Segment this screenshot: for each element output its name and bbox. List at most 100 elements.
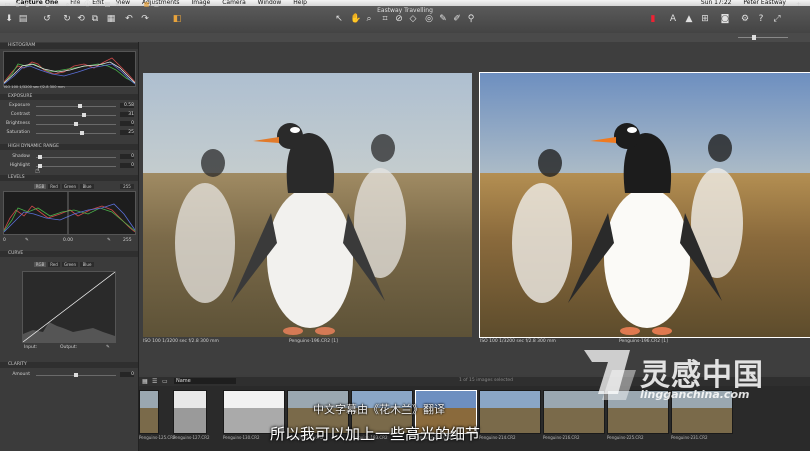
slider-value[interactable]: 31	[120, 112, 134, 117]
slider-track[interactable]	[36, 106, 116, 107]
local-adjust-tab-icon[interactable]: ✎	[74, 1, 81, 8]
list-view-icon[interactable]: ☰	[152, 378, 157, 385]
keystone-icon[interactable]: ◇	[408, 14, 418, 24]
slider-value[interactable]: 0	[120, 154, 134, 159]
spot-remove-icon[interactable]: ◎	[424, 14, 434, 24]
zoom-slider-knob[interactable]	[752, 35, 756, 40]
levels-tab-green[interactable]: Green	[62, 184, 78, 189]
selection-counter: 1 of 15 images selected	[459, 378, 514, 383]
details-tab-icon[interactable]: ⌕	[64, 1, 71, 8]
pan-hand-icon[interactable]: ✋	[350, 14, 361, 24]
exposure-header[interactable]: EXPOSURE	[0, 94, 138, 100]
exposure-tab-icon[interactable]: ☀	[34, 1, 41, 8]
brush-icon[interactable]: ✎	[438, 14, 448, 24]
grid-view-icon[interactable]: ▦	[142, 378, 148, 385]
settings-icon[interactable]: ⚙	[740, 14, 750, 24]
batch-tab-icon[interactable]: ▤	[104, 1, 111, 8]
curve-tab-green[interactable]: Green	[62, 262, 78, 267]
help-icon[interactable]: ?	[756, 14, 766, 24]
curve-header[interactable]: CURVE	[0, 251, 138, 257]
redo-icon[interactable]: ↷	[140, 14, 150, 24]
sort-select[interactable]: Name	[174, 378, 236, 384]
rotate-right-icon[interactable]: ↻	[62, 14, 72, 24]
view-grid-icon[interactable]: ▦	[143, 1, 150, 8]
levels-tab-red[interactable]: Red	[48, 184, 60, 189]
slider-knob[interactable]	[80, 131, 85, 135]
slider-value[interactable]: 0.58	[120, 103, 134, 108]
picker-icon[interactable]: ⚲	[466, 14, 476, 24]
levels-header[interactable]: LEVELS	[0, 175, 138, 181]
highlight-slider-row: Highlight 0	[6, 163, 136, 169]
view-single-icon[interactable]: ▢	[153, 1, 160, 8]
import-icon[interactable]: ⬇	[4, 14, 14, 24]
zoom-icon[interactable]: ⌕	[364, 14, 374, 24]
levels-low-value[interactable]: 0	[3, 238, 6, 244]
eyedropper-icon[interactable]: ✎	[107, 238, 111, 244]
slider-value[interactable]: 0	[120, 121, 134, 126]
library-tab-icon[interactable]: ▭	[4, 1, 11, 8]
capture-tab-icon[interactable]: ◉	[14, 1, 21, 8]
eyedropper-icon[interactable]: ✎	[25, 238, 29, 244]
levels-graph[interactable]	[3, 191, 136, 235]
slider-track[interactable]	[36, 115, 116, 116]
curve-graph[interactable]	[22, 271, 116, 343]
thumbnail[interactable]	[139, 390, 159, 434]
levels-tab-blue[interactable]: Blue	[80, 184, 94, 189]
process-icon[interactable]: ◧	[172, 14, 182, 24]
exposure-warning-icon[interactable]: ▮	[648, 14, 658, 24]
view-compare-icon[interactable]: ▭	[163, 1, 170, 8]
camera-icon[interactable]: ◙	[720, 14, 730, 24]
grid-icon[interactable]: ⊞	[700, 14, 710, 24]
levels-high-top-value[interactable]: 255	[120, 184, 134, 189]
slider-value[interactable]: 0	[120, 372, 134, 377]
fullscreen-icon[interactable]: ⤢	[772, 14, 782, 24]
crop-icon[interactable]: ⌗	[380, 14, 390, 24]
slider-value[interactable]: 25	[120, 130, 134, 135]
eyedropper-icon[interactable]: ✎	[106, 345, 110, 351]
color-tab-icon[interactable]: ◐	[24, 1, 31, 8]
histogram-header[interactable]: HISTOGRAM	[0, 43, 138, 49]
slider-track[interactable]	[36, 157, 116, 158]
levels-tab-rgb[interactable]: RGB	[34, 184, 46, 189]
curve-tab-red[interactable]: Red	[48, 262, 60, 267]
thumbnail[interactable]	[173, 390, 207, 434]
lens-tab-icon[interactable]: ◎	[44, 1, 51, 8]
import-folder-icon[interactable]: ▤	[18, 14, 28, 24]
slider-track[interactable]	[36, 133, 116, 134]
slider-label: Highlight	[9, 163, 30, 168]
curve-tab-blue[interactable]: Blue	[80, 262, 94, 267]
slider-knob[interactable]	[74, 373, 78, 377]
curve-tab-rgb[interactable]: RGB	[34, 262, 46, 267]
zoom-in-icon[interactable]: +	[795, 1, 802, 8]
warning-icon[interactable]: ▲	[684, 14, 694, 24]
filmstrip-view-icon[interactable]: ▭	[162, 378, 168, 385]
undo-icon[interactable]: ↶	[124, 14, 134, 24]
photo-variant-right[interactable]	[479, 72, 810, 338]
levels-mid-value[interactable]: 0.00	[63, 238, 73, 244]
quick-tab-icon[interactable]: ★	[114, 1, 121, 8]
levels-high-value[interactable]: 255	[123, 238, 132, 244]
photo-variant-left[interactable]	[143, 73, 472, 337]
slider-knob[interactable]	[78, 104, 82, 108]
text-tool-icon[interactable]: A	[668, 14, 678, 24]
slider-knob[interactable]	[82, 113, 86, 117]
select-cursor-icon[interactable]: ↖	[334, 14, 344, 24]
zoom-out-icon[interactable]: −	[726, 1, 733, 8]
eraser-icon[interactable]: ✐	[452, 14, 462, 24]
slider-track[interactable]	[36, 166, 116, 167]
metadata-tab-icon[interactable]: ⓘ	[84, 1, 91, 8]
composition-tab-icon[interactable]: ⌗	[54, 1, 61, 8]
clarity-header[interactable]: CLARITY	[0, 362, 138, 368]
zoom-slider[interactable]	[738, 37, 788, 38]
slider-knob[interactable]	[38, 155, 42, 159]
output-tab-icon[interactable]: ⚙	[94, 1, 101, 8]
paste-icon[interactable]: ▦	[106, 14, 116, 24]
copy-icon[interactable]: ⧉	[90, 14, 100, 24]
reset-icon[interactable]: ⟲	[76, 14, 86, 24]
hdr-header[interactable]: HIGH DYNAMIC RANGE	[0, 144, 138, 150]
slider-value[interactable]: 0	[120, 163, 134, 168]
straighten-icon[interactable]: ⊘	[394, 14, 404, 24]
slider-knob[interactable]	[74, 122, 78, 126]
rotate-left-icon[interactable]: ↺	[42, 14, 52, 24]
thumbnail[interactable]	[479, 390, 541, 434]
